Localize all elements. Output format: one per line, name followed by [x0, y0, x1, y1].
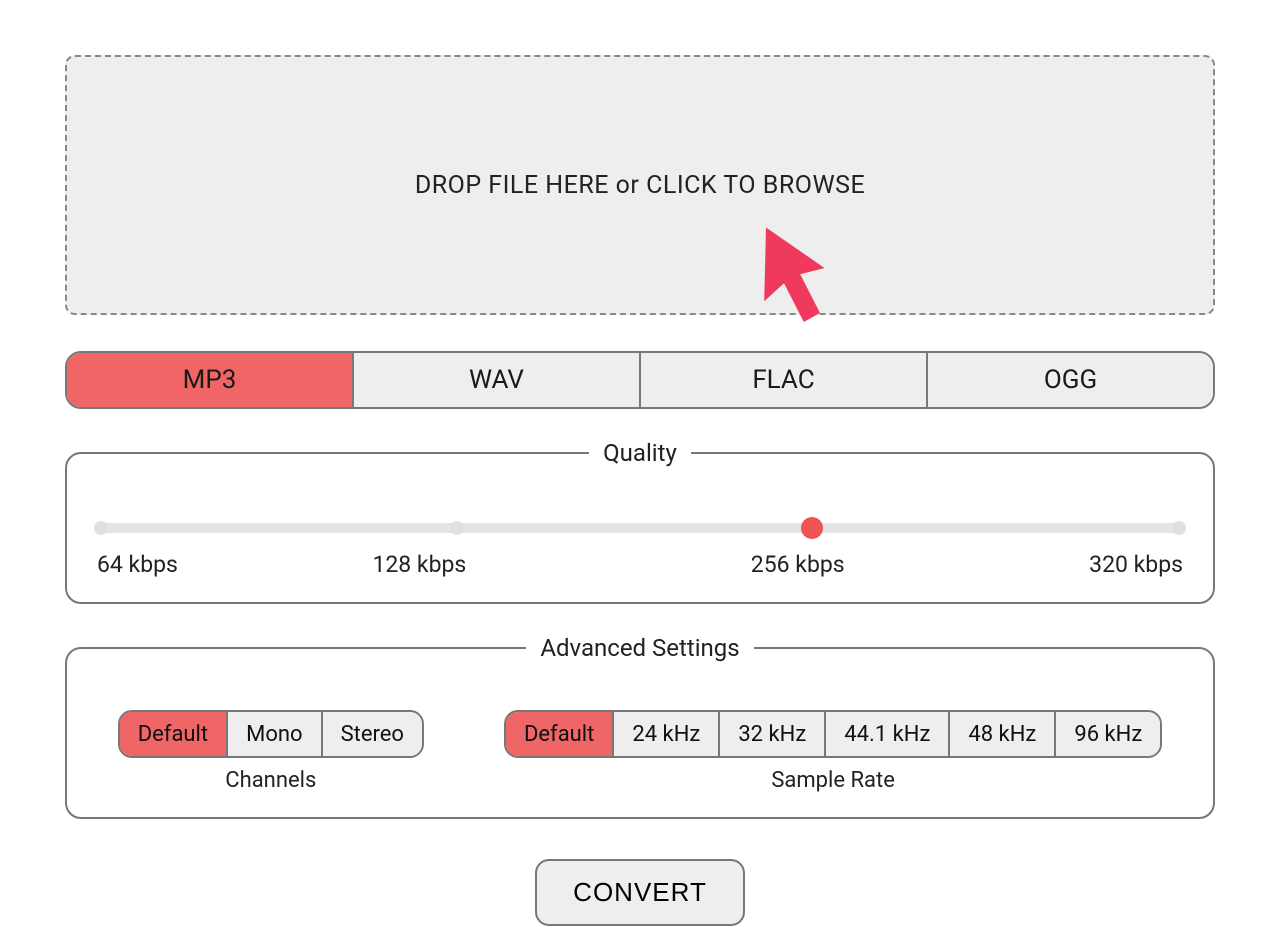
- sample-rate-option-96[interactable]: 96 kHz: [1056, 712, 1160, 756]
- channels-option-mono[interactable]: Mono: [228, 712, 322, 756]
- seg-label: Default: [138, 722, 208, 747]
- sample-rate-option-24[interactable]: 24 kHz: [614, 712, 720, 756]
- format-tab-ogg[interactable]: OGG: [928, 353, 1213, 407]
- quality-slider[interactable]: 64 kbps 128 kbps 256 kbps 320 kbps: [97, 497, 1183, 578]
- seg-label: Stereo: [341, 722, 404, 747]
- seg-label: 48 kHz: [968, 722, 1036, 747]
- format-tab-flac[interactable]: FLAC: [641, 353, 928, 407]
- sample-rate-option-441[interactable]: 44.1 kHz: [826, 712, 950, 756]
- sample-rate-option-default[interactable]: Default: [506, 712, 614, 756]
- sample-rate-selector: Default 24 kHz 32 kHz 44.1 kHz 48 kHz 96…: [504, 710, 1162, 758]
- quality-stop-3: [1172, 521, 1186, 535]
- channels-option-stereo[interactable]: Stereo: [323, 712, 422, 756]
- advanced-legend: Advanced Settings: [526, 634, 753, 662]
- quality-label-2: 256 kbps: [751, 551, 845, 578]
- seg-label: Default: [524, 722, 594, 747]
- seg-label: 24 kHz: [632, 722, 700, 747]
- quality-stop-0: [94, 521, 108, 535]
- advanced-panel: Advanced Settings Default Mono Stereo Ch…: [65, 634, 1215, 819]
- channels-group: Default Mono Stereo Channels: [118, 710, 424, 793]
- seg-label: 32 kHz: [738, 722, 806, 747]
- channels-selector: Default Mono Stereo: [118, 710, 424, 758]
- cursor-arrow-icon: [757, 217, 847, 337]
- format-tab-wav[interactable]: WAV: [354, 353, 641, 407]
- seg-label: 96 kHz: [1074, 722, 1142, 747]
- format-selector: MP3 WAV FLAC OGG: [65, 351, 1215, 409]
- file-dropzone[interactable]: DROP FILE HERE or CLICK TO BROWSE: [65, 55, 1215, 315]
- format-tab-mp3[interactable]: MP3: [67, 353, 354, 407]
- channels-option-default[interactable]: Default: [120, 712, 228, 756]
- quality-stop-1: [450, 521, 464, 535]
- format-tab-label: OGG: [1044, 365, 1097, 395]
- convert-button-label: CONVERT: [573, 877, 707, 907]
- format-tab-label: FLAC: [752, 365, 814, 395]
- seg-label: 44.1 kHz: [844, 722, 930, 747]
- convert-button[interactable]: CONVERT: [535, 859, 745, 926]
- quality-slider-thumb[interactable]: [801, 517, 823, 539]
- quality-label-3: 320 kbps: [1089, 551, 1183, 578]
- quality-slider-track: [101, 523, 1179, 533]
- sample-rate-caption: Sample Rate: [504, 768, 1162, 793]
- seg-label: Mono: [246, 722, 302, 747]
- sample-rate-option-48[interactable]: 48 kHz: [950, 712, 1056, 756]
- dropzone-label: DROP FILE HERE or CLICK TO BROWSE: [415, 171, 865, 200]
- quality-legend: Quality: [589, 439, 691, 467]
- quality-panel: Quality 64 kbps 128 kbps 256 kbps 320 kb…: [65, 439, 1215, 604]
- sample-rate-group: Default 24 kHz 32 kHz 44.1 kHz 48 kHz 96…: [504, 710, 1162, 793]
- channels-caption: Channels: [118, 768, 424, 793]
- sample-rate-option-32[interactable]: 32 kHz: [720, 712, 826, 756]
- format-tab-label: WAV: [469, 365, 524, 395]
- quality-label-0: 64 kbps: [97, 551, 178, 578]
- quality-label-1: 128 kbps: [372, 551, 466, 578]
- quality-labels: 64 kbps 128 kbps 256 kbps 320 kbps: [97, 551, 1183, 578]
- format-tab-label: MP3: [183, 365, 237, 395]
